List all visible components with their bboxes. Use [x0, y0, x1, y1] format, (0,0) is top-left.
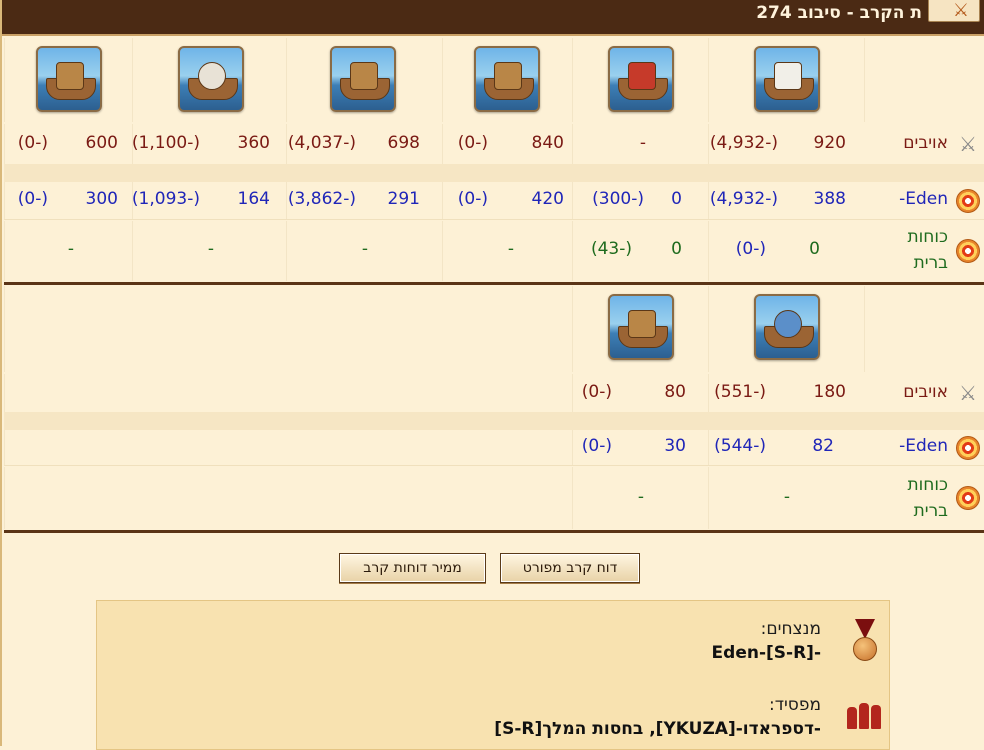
eden-loss: (544-)	[714, 436, 766, 456]
units-row-1	[4, 38, 984, 122]
enemies-count: 600	[85, 133, 118, 153]
allies-loss: (43-)	[590, 239, 632, 259]
crane-ship-icon	[608, 294, 674, 360]
eden-count: 420	[531, 189, 564, 209]
eden-row-2: Eden- 82 (544-) 30 (0-)	[4, 430, 984, 466]
eden-count: 300	[85, 189, 118, 209]
eden-count: 388	[813, 189, 846, 209]
eden-label: Eden-	[899, 189, 948, 209]
ballista-ship-icon	[178, 46, 244, 112]
loser-label: מפסיד:	[768, 695, 821, 715]
allies-label-line2: ברית	[913, 253, 948, 273]
eden-count: 164	[237, 189, 270, 209]
ship-icon	[754, 46, 820, 112]
flame-ship-icon	[608, 46, 674, 112]
allies-label-line1: כוחות	[907, 475, 948, 495]
enemies-count: 698	[387, 133, 420, 153]
winners-value[interactable]: -Eden-[S-R]	[712, 643, 821, 663]
allies-row-2: כוחות ברית - -	[4, 467, 984, 529]
enemies-row-1: ⚔ אויבים 920 (4,932-) - 840 (0-) 698 (4,…	[4, 124, 984, 164]
target-icon	[956, 189, 980, 213]
enemies-loss: -	[639, 133, 646, 153]
enemies-loss: (4,037-)	[287, 133, 356, 153]
allies-row-1: כוחות ברית 0 (0-) 0 (43-) - - - -	[4, 221, 984, 281]
enemies-count: 840	[531, 133, 564, 153]
eden-row-1: Eden- 388 (4,932-) 0 (300-) 420 (0-) 291…	[4, 182, 984, 220]
allies-loss: -	[783, 487, 790, 507]
eden-loss: (0-)	[581, 436, 612, 456]
allies-loss: -	[361, 239, 368, 259]
allies-count: 0	[809, 239, 820, 259]
mortar-ship-icon	[36, 46, 102, 112]
eden-count: 82	[812, 436, 834, 456]
eden-count: 30	[664, 436, 686, 456]
detailed-report-button[interactable]: דוח קרב מפורט	[500, 553, 640, 583]
battle-icon: ⚔	[952, 0, 969, 21]
enemies-loss: (0-)	[17, 133, 48, 153]
report-converter-button[interactable]: ממיר דוחות קרב	[339, 553, 486, 583]
enemies-count: 360	[237, 133, 270, 153]
balloon-ship-icon	[754, 294, 820, 360]
eden-loss: (3,862-)	[287, 189, 356, 209]
enemies-loss: (0-)	[581, 382, 612, 402]
target-icon	[956, 239, 980, 263]
enemies-loss: (1,100-)	[131, 133, 200, 153]
header-corner-button[interactable]: ⚔	[928, 0, 980, 22]
allies-loss: -	[207, 239, 214, 259]
allies-label-line2: ברית	[913, 501, 948, 521]
spacer-row	[4, 164, 984, 182]
battle-report-window: ת הקרב - סיבוב 274 ⚔ ⚔ אויבים 920 (4,932…	[0, 0, 984, 750]
paddle-ship-icon	[474, 46, 540, 112]
allies-loss: (0-)	[735, 239, 766, 259]
eden-label: Eden-	[899, 436, 948, 456]
spacer-row	[4, 412, 984, 430]
allies-loss: -	[637, 487, 644, 507]
enemies-label: אויבים	[903, 133, 948, 153]
allies-loss: -	[67, 239, 74, 259]
medal-icon	[849, 619, 881, 667]
enemies-loss: (4,932-)	[709, 133, 778, 153]
catapult-ship-icon	[330, 46, 396, 112]
section-divider	[4, 282, 984, 285]
crossed-swords-icon: ⚔	[959, 381, 977, 405]
enemies-loss: (551-)	[714, 382, 766, 402]
window-header: ת הקרב - סיבוב 274 ⚔	[2, 0, 984, 36]
eden-loss: (4,932-)	[709, 189, 778, 209]
enemies-row-2: ⚔ אויבים 180 (551-) 80 (0-)	[4, 374, 984, 412]
warriors-icon	[845, 693, 887, 729]
allies-loss: -	[507, 239, 514, 259]
eden-loss: (1,093-)	[131, 189, 200, 209]
loser-value[interactable]: -דספראדו-[YKUZA], בחסות המלך[S-R]	[494, 719, 821, 739]
eden-count: 291	[387, 189, 420, 209]
target-icon	[956, 486, 980, 510]
enemies-count: 80	[664, 382, 686, 402]
eden-loss: (0-)	[17, 189, 48, 209]
target-icon	[956, 436, 980, 460]
enemies-loss: (0-)	[457, 133, 488, 153]
section-divider	[4, 530, 984, 533]
units-row-2	[4, 286, 984, 372]
battle-result-panel: מנצחים: -Eden-[S-R] מפסיד: -דספראדו-[YKU…	[96, 600, 890, 750]
winners-label: מנצחים:	[760, 619, 821, 639]
crossed-swords-icon: ⚔	[959, 132, 977, 156]
allies-label-line1: כוחות	[907, 227, 948, 247]
enemies-label: אויבים	[903, 382, 948, 402]
eden-count: 0	[671, 189, 682, 209]
window-title: ת הקרב - סיבוב 274	[756, 3, 922, 23]
enemies-count: 180	[813, 382, 846, 402]
enemies-count: 920	[813, 133, 846, 153]
eden-loss: (300-)	[592, 189, 644, 209]
allies-count: 0	[671, 239, 682, 259]
eden-loss: (0-)	[457, 189, 488, 209]
